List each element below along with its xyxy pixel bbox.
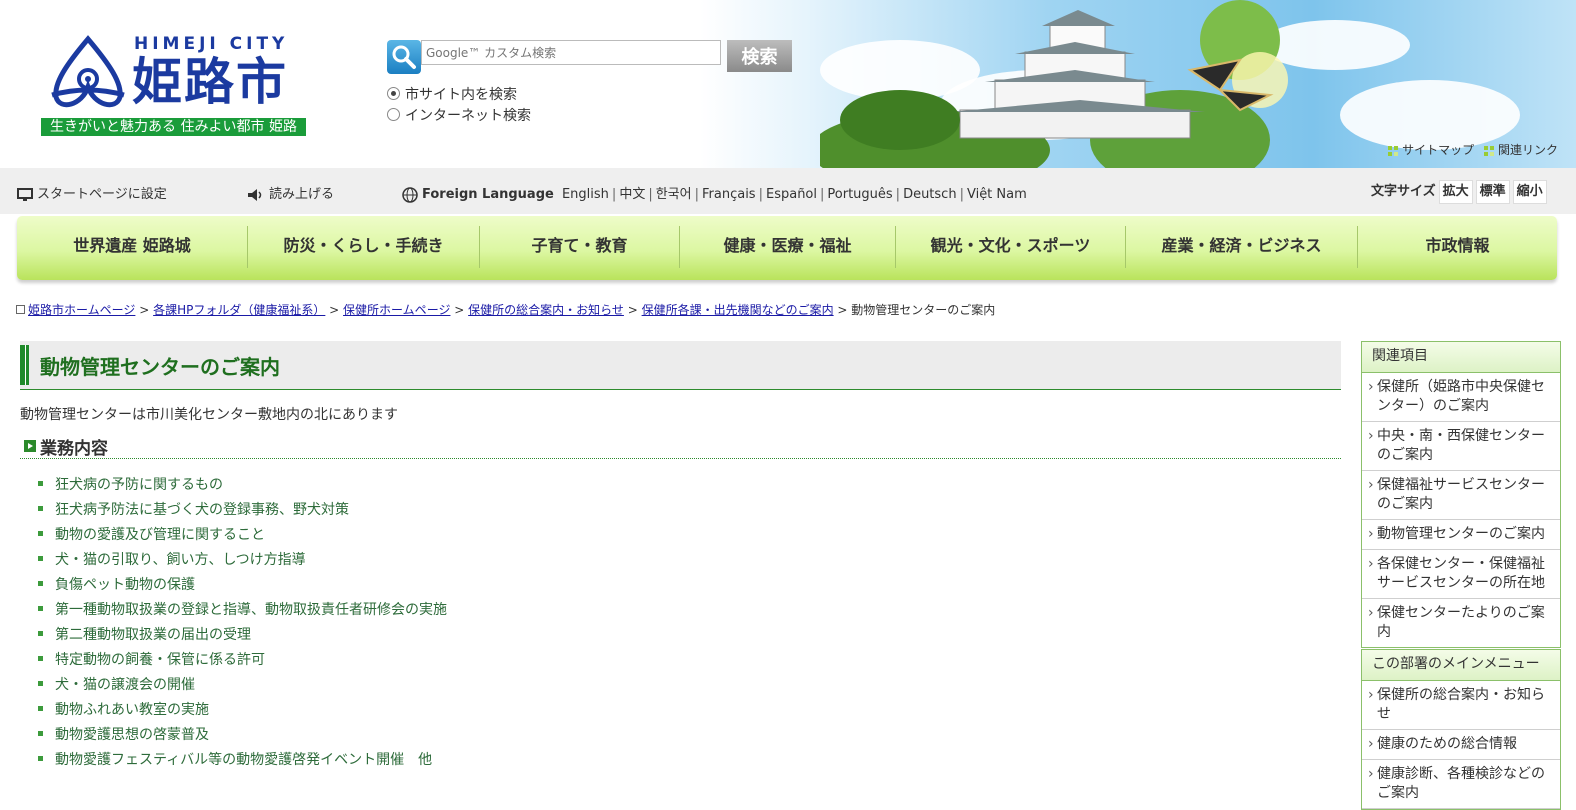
city-slogan: 生きがいと魅力ある 住みよい都市 姫路 bbox=[41, 118, 306, 136]
list-item: 動物ふれあい教室の実施 bbox=[38, 699, 447, 724]
sidebar-link[interactable]: 保健所の総合案内・お知らせ bbox=[1362, 681, 1560, 730]
site-header: HIMEJI CITY 姫路市 生きがいと魅力ある 住みよい都市 姫路 検索 市… bbox=[0, 0, 1576, 168]
read-aloud-button[interactable]: 読み上げる bbox=[247, 183, 334, 202]
sidebar-link[interactable]: 保健センターたよりのご案内 bbox=[1362, 599, 1560, 647]
font-smaller-button[interactable]: 縮小 bbox=[1512, 180, 1547, 204]
nav-health-welfare[interactable]: 健康・医療・福祉 bbox=[680, 216, 895, 276]
search-input[interactable] bbox=[421, 40, 721, 65]
sitemap-icon bbox=[1388, 145, 1399, 156]
list-item: 負傷ペット動物の保護 bbox=[38, 574, 447, 599]
nav-industry-business[interactable]: 産業・経済・ビジネス bbox=[1126, 216, 1357, 276]
lang-link-vietnamese[interactable]: Việt Nam bbox=[967, 187, 1027, 202]
related-links-link[interactable]: 関連リンク bbox=[1498, 143, 1558, 157]
lang-link-korean[interactable]: 한국어 bbox=[656, 187, 692, 202]
lang-link-chinese[interactable]: 中文 bbox=[619, 187, 645, 202]
list-item: 動物愛護フェスティバル等の動物愛護啓発イベント開催 他 bbox=[38, 749, 447, 774]
intro-text: 動物管理センターは市川美化センター敷地内の北にあります bbox=[20, 407, 398, 423]
foreign-language-label: Foreign Language bbox=[422, 187, 554, 202]
nav-world-heritage[interactable]: 世界遺産 姫路城 bbox=[17, 216, 247, 276]
list-item: 特定動物の飼養・保管に係る許可 bbox=[38, 649, 447, 674]
list-item: 第一種動物取扱業の登録と指導、動物取扱責任者研修会の実施 bbox=[38, 599, 447, 624]
font-larger-button[interactable]: 拡大 bbox=[1438, 180, 1473, 204]
sitemap-link[interactable]: サイトマップ bbox=[1402, 143, 1474, 157]
sidebar-link[interactable]: 健康診断、各種検診などのご案内 bbox=[1362, 760, 1560, 809]
related-links-icon bbox=[1483, 145, 1494, 156]
font-size-label: 文字サイズ bbox=[1371, 184, 1436, 199]
nav-city-government[interactable]: 市政情報 bbox=[1358, 216, 1557, 276]
search-icon bbox=[387, 40, 421, 74]
radio-site-search[interactable]: 市サイト内を検索 bbox=[387, 84, 517, 104]
list-item: 犬・猫の譲渡会の開催 bbox=[38, 674, 447, 699]
breadcrumb-current: 動物管理センターのご案内 bbox=[851, 303, 996, 317]
logo-japanese[interactable]: 姫路市 bbox=[132, 53, 288, 111]
related-items-box: 関連項目 保健所（姫路市中央保健センター）のご案内 中央・南・西保健センターのご… bbox=[1361, 341, 1561, 648]
breadcrumb-link-overview[interactable]: 保健所の総合案内・お知らせ bbox=[468, 303, 624, 317]
sidebar-link[interactable]: 中央・南・西保健センターのご案内 bbox=[1362, 422, 1560, 471]
sidebar-link[interactable]: 健康のための総合情報 bbox=[1362, 730, 1560, 760]
breadcrumb-icon bbox=[16, 305, 25, 314]
play-arrow-icon bbox=[24, 440, 36, 452]
list-item: 狂犬病予防法に基づく犬の登録事務、野犬対策 bbox=[38, 499, 447, 524]
related-items-heading: 関連項目 bbox=[1362, 342, 1560, 373]
radio-button-selected[interactable] bbox=[387, 86, 400, 100]
foreign-language-bar: Foreign Language English | 中文 | 한국어 | Français… bbox=[402, 183, 1027, 203]
globe-icon bbox=[402, 186, 418, 203]
lang-link-portuguese[interactable]: Português bbox=[827, 187, 892, 202]
list-item: 犬・猫の引取り、飼い方、しつけ方指導 bbox=[38, 549, 447, 574]
lang-link-german[interactable]: Deutsch bbox=[903, 187, 957, 202]
lang-link-english[interactable]: English bbox=[562, 187, 609, 202]
set-start-page-button[interactable]: スタートページに設定 bbox=[17, 183, 167, 202]
sidebar-link[interactable]: 保健福祉サービスセンターのご案内 bbox=[1362, 471, 1560, 520]
city-emblem-icon bbox=[51, 35, 125, 108]
radio-web-search[interactable]: インターネット検索 bbox=[387, 105, 531, 125]
himeji-castle-illustration bbox=[820, 0, 1288, 168]
speaker-icon bbox=[248, 188, 262, 201]
list-item: 狂犬病の予防に関するもの bbox=[38, 474, 447, 499]
font-size-controls: 文字サイズ 拡大 標準 縮小 bbox=[1371, 180, 1547, 204]
breadcrumb-link-departments[interactable]: 保健所各課・出先機関などのご案内 bbox=[642, 303, 834, 317]
duties-list: 狂犬病の予防に関するもの 狂犬病予防法に基づく犬の登録事務、野犬対策 動物の愛護… bbox=[38, 474, 447, 774]
nav-childcare-education[interactable]: 子育て・教育 bbox=[480, 216, 679, 276]
global-navigation: 世界遺産 姫路城 防災・くらし・手続き 子育て・教育 健康・医療・福祉 観光・文… bbox=[17, 216, 1557, 280]
title-accent-bar bbox=[20, 345, 29, 385]
list-item: 動物の愛護及び管理に関すること bbox=[38, 524, 447, 549]
sidebar-link[interactable]: 保健所（姫路市中央保健センター）のご案内 bbox=[1362, 373, 1560, 422]
utility-links: サイトマップ 関連リンク bbox=[1382, 141, 1558, 158]
search-button[interactable]: 検索 bbox=[727, 40, 792, 72]
breadcrumb: 姫路市ホームページ > 各課HPフォルダ（健康福祉系） > 保健所ホームページ … bbox=[16, 301, 995, 318]
logo-english[interactable]: HIMEJI CITY bbox=[134, 34, 288, 54]
lang-link-spanish[interactable]: Español bbox=[766, 187, 817, 202]
page-title-block: 動物管理センターのご案内 bbox=[20, 341, 1341, 390]
lang-link-french[interactable]: Français bbox=[702, 187, 756, 202]
section-heading: 業務内容 bbox=[20, 434, 1341, 459]
nav-tourism-culture[interactable]: 観光・文化・スポーツ bbox=[896, 216, 1125, 276]
list-item: 第二種動物取扱業の届出の受理 bbox=[38, 624, 447, 649]
department-menu-heading: この部署のメインメニュー bbox=[1362, 650, 1560, 681]
breadcrumb-link-health-center[interactable]: 保健所ホームページ bbox=[343, 303, 450, 317]
section-title: 業務内容 bbox=[40, 439, 108, 459]
breadcrumb-link-home[interactable]: 姫路市ホームページ bbox=[28, 303, 135, 317]
sidebar-link[interactable]: 動物管理センターのご案内 bbox=[1362, 520, 1560, 550]
font-standard-button[interactable]: 標準 bbox=[1475, 180, 1510, 204]
breadcrumb-link-folder[interactable]: 各課HPフォルダ（健康福祉系） bbox=[153, 303, 325, 317]
accessibility-toolbar: スタートページに設定 読み上げる Foreign Language Englis… bbox=[0, 168, 1576, 214]
nav-disaster-living[interactable]: 防災・くらし・手続き bbox=[248, 216, 479, 276]
sidebar-link[interactable]: 各保健センター・保健福祉サービスセンターの所在地 bbox=[1362, 550, 1560, 599]
list-item: 動物愛護思想の啓蒙普及 bbox=[38, 724, 447, 749]
page-title: 動物管理センターのご案内 bbox=[40, 355, 280, 379]
monitor-icon bbox=[17, 187, 33, 201]
radio-button[interactable] bbox=[387, 107, 400, 121]
